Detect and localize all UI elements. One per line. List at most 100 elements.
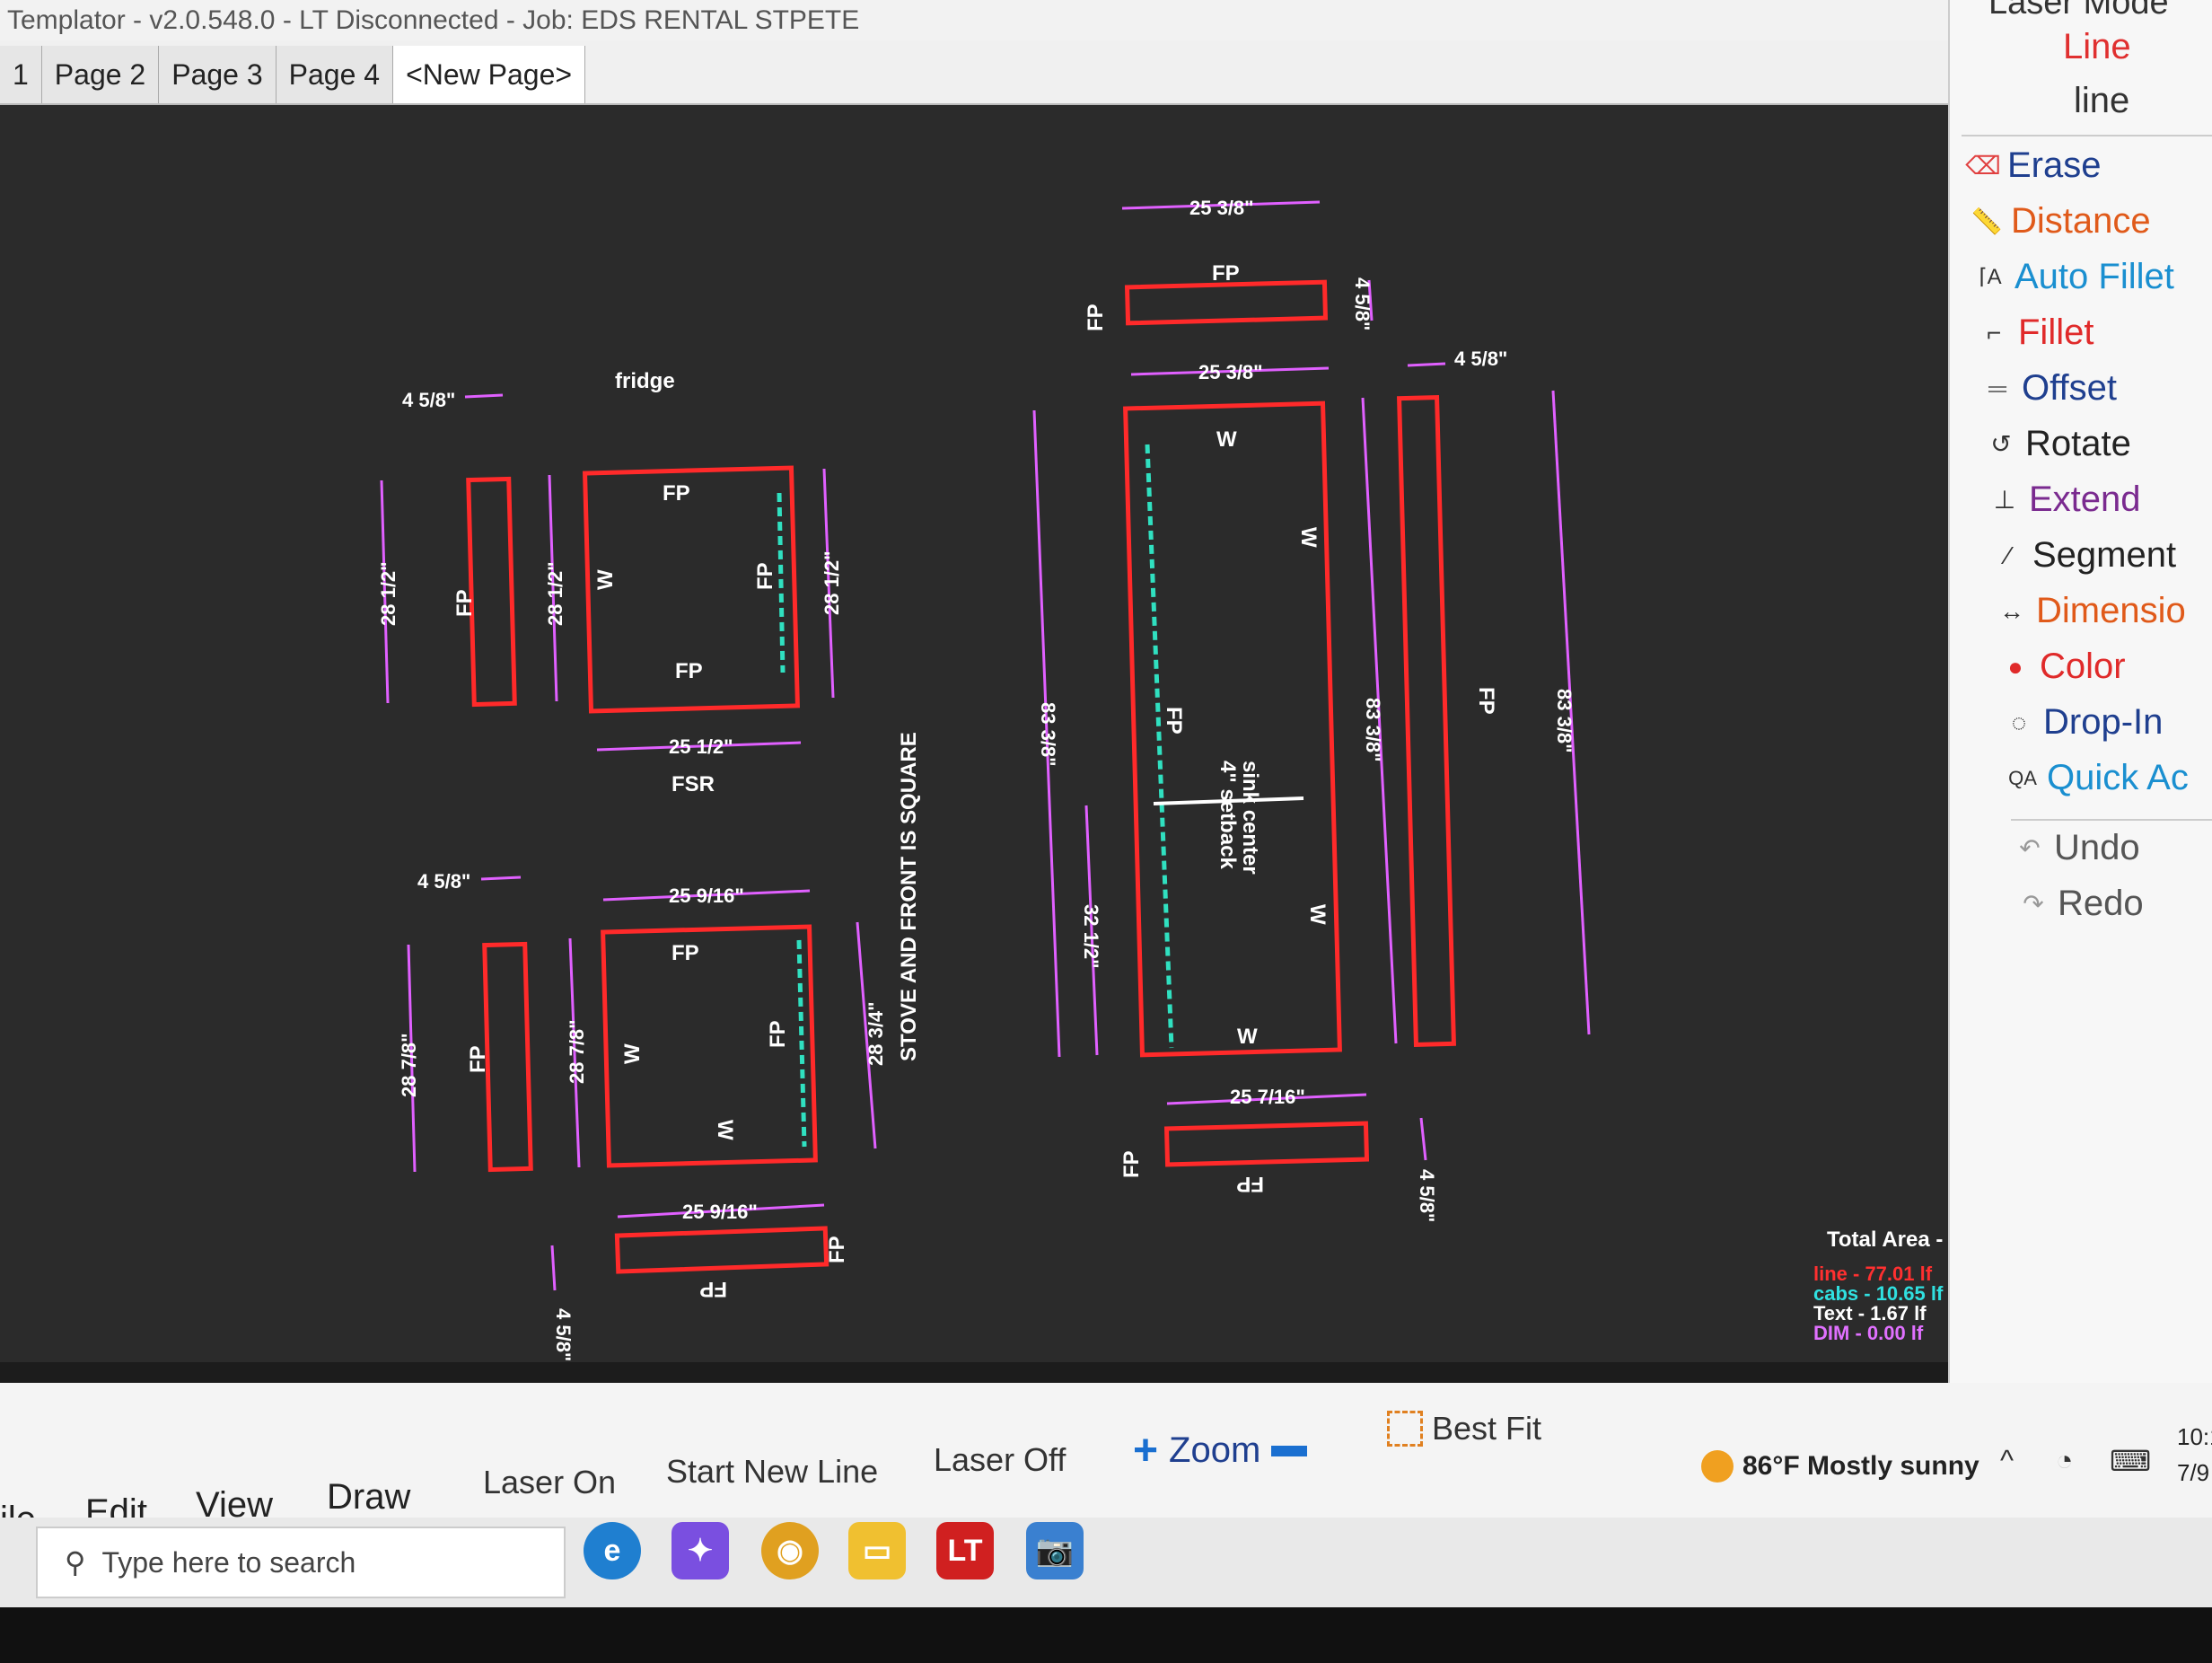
dim-fridge-strip-width: 4 5/8" — [402, 389, 455, 411]
system-clock[interactable]: 10:1 7/9 — [2177, 1419, 2212, 1491]
sink-backsplash-fp: FP — [1474, 687, 1498, 715]
dim-line — [480, 875, 522, 881]
search-input[interactable]: ⚲ Type here to search — [36, 1527, 566, 1598]
color-tool[interactable]: ● Color — [2000, 647, 2126, 687]
dim-sink-center-offset: 32 1/2" — [1080, 904, 1102, 969]
ruler-icon: 📏 — [1971, 207, 2003, 235]
sink-w-right-lower: W — [1305, 904, 1330, 925]
laser-on-button[interactable]: Laser On — [483, 1464, 616, 1501]
stove-note: STOVE AND FRONT IS SQUARE — [897, 732, 921, 1061]
screen-bezel — [0, 1607, 2212, 1663]
undo-tool[interactable]: ↶ Undo — [2014, 828, 2139, 868]
laser-mode-heading: Laser Mode — [1988, 0, 2169, 22]
erase-tool[interactable]: ⌫ Erase — [1965, 145, 2102, 186]
rotate-icon: ↺ — [1990, 430, 2012, 458]
auto-fillet-tool[interactable]: ⌈A Auto Fillet — [1975, 257, 2174, 297]
dim-sink-length-left: 83 3/8" — [1037, 702, 1059, 767]
camera-icon[interactable]: 📷 — [1026, 1522, 1084, 1579]
distance-tool[interactable]: 📏 Distance — [1971, 201, 2151, 242]
undo-icon: ↶ — [2019, 834, 2041, 862]
redo-icon: ↷ — [2023, 890, 2044, 918]
fillet-icon: ⌐ — [1986, 318, 2002, 347]
sink-center-label: sink center — [1238, 761, 1262, 875]
drop-in-tool[interactable]: ◌ Drop-In — [2004, 702, 2164, 743]
quick-access-icon: QA — [2008, 766, 2037, 789]
tab-page-3[interactable]: Page 3 — [159, 46, 276, 103]
zoom-out-icon[interactable] — [1271, 1445, 1308, 1456]
tray-chevron-icon[interactable]: ^ — [2000, 1444, 2014, 1477]
edge-icon[interactable]: e — [584, 1522, 641, 1579]
sink-front-strip[interactable] — [1163, 1121, 1370, 1167]
fridge-fp-top: FP — [663, 481, 690, 506]
redo-tool[interactable]: ↷ Redo — [2018, 884, 2143, 924]
mode-current[interactable]: Line — [2063, 27, 2131, 67]
auto-fillet-label: Auto Fillet — [2014, 257, 2174, 296]
best-fit-label: Best Fit — [1432, 1410, 1542, 1447]
dim-line — [550, 1245, 557, 1291]
dim-stove-strip-depth: 4 5/8" — [552, 1308, 575, 1361]
quick-access-tool[interactable]: QA Quick Ac — [2007, 758, 2189, 798]
zoom-control[interactable]: + Zoom — [1133, 1426, 1308, 1475]
stove-fp-top: FP — [672, 941, 699, 965]
dim-backsplash-depth: 4 5/8" — [1454, 348, 1507, 370]
color-icon: ● — [2007, 652, 2023, 681]
tab-page-2[interactable]: Page 2 — [41, 46, 160, 103]
offset-tool[interactable]: ═ Offset — [1982, 368, 2117, 409]
tab-page-1[interactable]: 1 — [0, 46, 42, 103]
laser-off-button[interactable]: Laser Off — [934, 1441, 1066, 1479]
dim-sink-front-depth: 4 5/8" — [1416, 1169, 1438, 1222]
dim-stove-width-top: 25 9/16" — [669, 884, 744, 907]
dim-sink-front-width: 25 7/16" — [1230, 1086, 1305, 1108]
stove-front-strip-fp: FP — [699, 1277, 727, 1301]
keyboard-icon[interactable]: ⌨ — [2110, 1444, 2151, 1478]
chrome-icon[interactable]: ◉ — [761, 1522, 819, 1579]
menu-draw[interactable]: Draw — [327, 1477, 410, 1518]
erase-label: Erase — [2007, 145, 2102, 185]
dimension-tool[interactable]: ↔ Dimensio — [1997, 591, 2186, 631]
weather-widget[interactable]: 86°F Mostly sunny — [1701, 1450, 1979, 1483]
zoom-in-icon[interactable]: + — [1133, 1426, 1158, 1475]
offset-label: Offset — [2022, 368, 2117, 408]
search-placeholder: Type here to search — [101, 1545, 356, 1579]
sink-backsplash-strip[interactable] — [1397, 395, 1456, 1047]
tab-page-4[interactable]: Page 4 — [276, 46, 394, 103]
sink-front-strip-fp-left: FP — [1119, 1150, 1144, 1178]
extend-tool[interactable]: ⊥ Extend — [1989, 480, 2141, 520]
drawing-canvas[interactable]: .pc{fill:none;stroke:#ff2a2a;stroke-widt… — [0, 105, 2042, 1362]
stove-front-strip[interactable] — [614, 1226, 830, 1274]
segment-tool[interactable]: ⁄ Segment — [1993, 535, 2176, 576]
tab-new-page[interactable]: <New Page> — [393, 46, 586, 103]
sink-top-strip[interactable] — [1124, 279, 1329, 326]
fridge-fsr: FSR — [672, 772, 715, 796]
sink-fp-left: FP — [1162, 707, 1186, 735]
weather-text: 86°F Mostly sunny — [1742, 1451, 1979, 1481]
sink-cab-line — [1145, 444, 1174, 1049]
segment-label: Segment — [2032, 535, 2177, 575]
offset-icon: ═ — [1988, 374, 2006, 402]
page-tabs: 1 Page 2 Page 3 Page 4 <New Page> — [0, 40, 1948, 105]
start-new-line-button[interactable]: Start New Line — [666, 1453, 878, 1491]
dim-fridge-height-left: 28 1/2" — [377, 561, 399, 626]
dim-sink-length-right: 83 3/8" — [1362, 698, 1384, 762]
dim-sink-top-depth: 4 5/8" — [1351, 277, 1374, 330]
best-fit-button[interactable]: Best Fit — [1387, 1410, 1541, 1447]
dim-fridge-width: 25 1/2" — [669, 735, 733, 758]
templator-app-icon[interactable]: LT — [936, 1522, 994, 1579]
copilot-icon[interactable]: ✦ — [672, 1522, 729, 1579]
sink-w-right-upper: W — [1296, 527, 1321, 548]
dim-line — [464, 393, 504, 399]
dim-sink-top-width: 25 3/8" — [1189, 197, 1254, 219]
drop-in-label: Drop-In — [2043, 702, 2164, 742]
dim-stove-width-bottom: 25 9/16" — [682, 1201, 758, 1223]
rotate-label: Rotate — [2025, 424, 2131, 463]
stove-w-left: W — [620, 1043, 645, 1064]
dim-sink-width: 25 3/8" — [1198, 361, 1263, 383]
stove-side-strip[interactable] — [482, 941, 533, 1173]
rotate-tool[interactable]: ↺ Rotate — [1986, 424, 2131, 464]
wifi-icon[interactable]: ◔ — [2056, 1444, 2073, 1477]
dim-stove-height-right: 28 3/4" — [865, 1001, 887, 1066]
fillet-tool[interactable]: ⌐ Fillet — [1979, 312, 2094, 353]
file-explorer-icon[interactable]: ▭ — [848, 1522, 906, 1579]
panel-divider — [2011, 819, 2212, 821]
sink-main-panel[interactable] — [1123, 400, 1342, 1058]
